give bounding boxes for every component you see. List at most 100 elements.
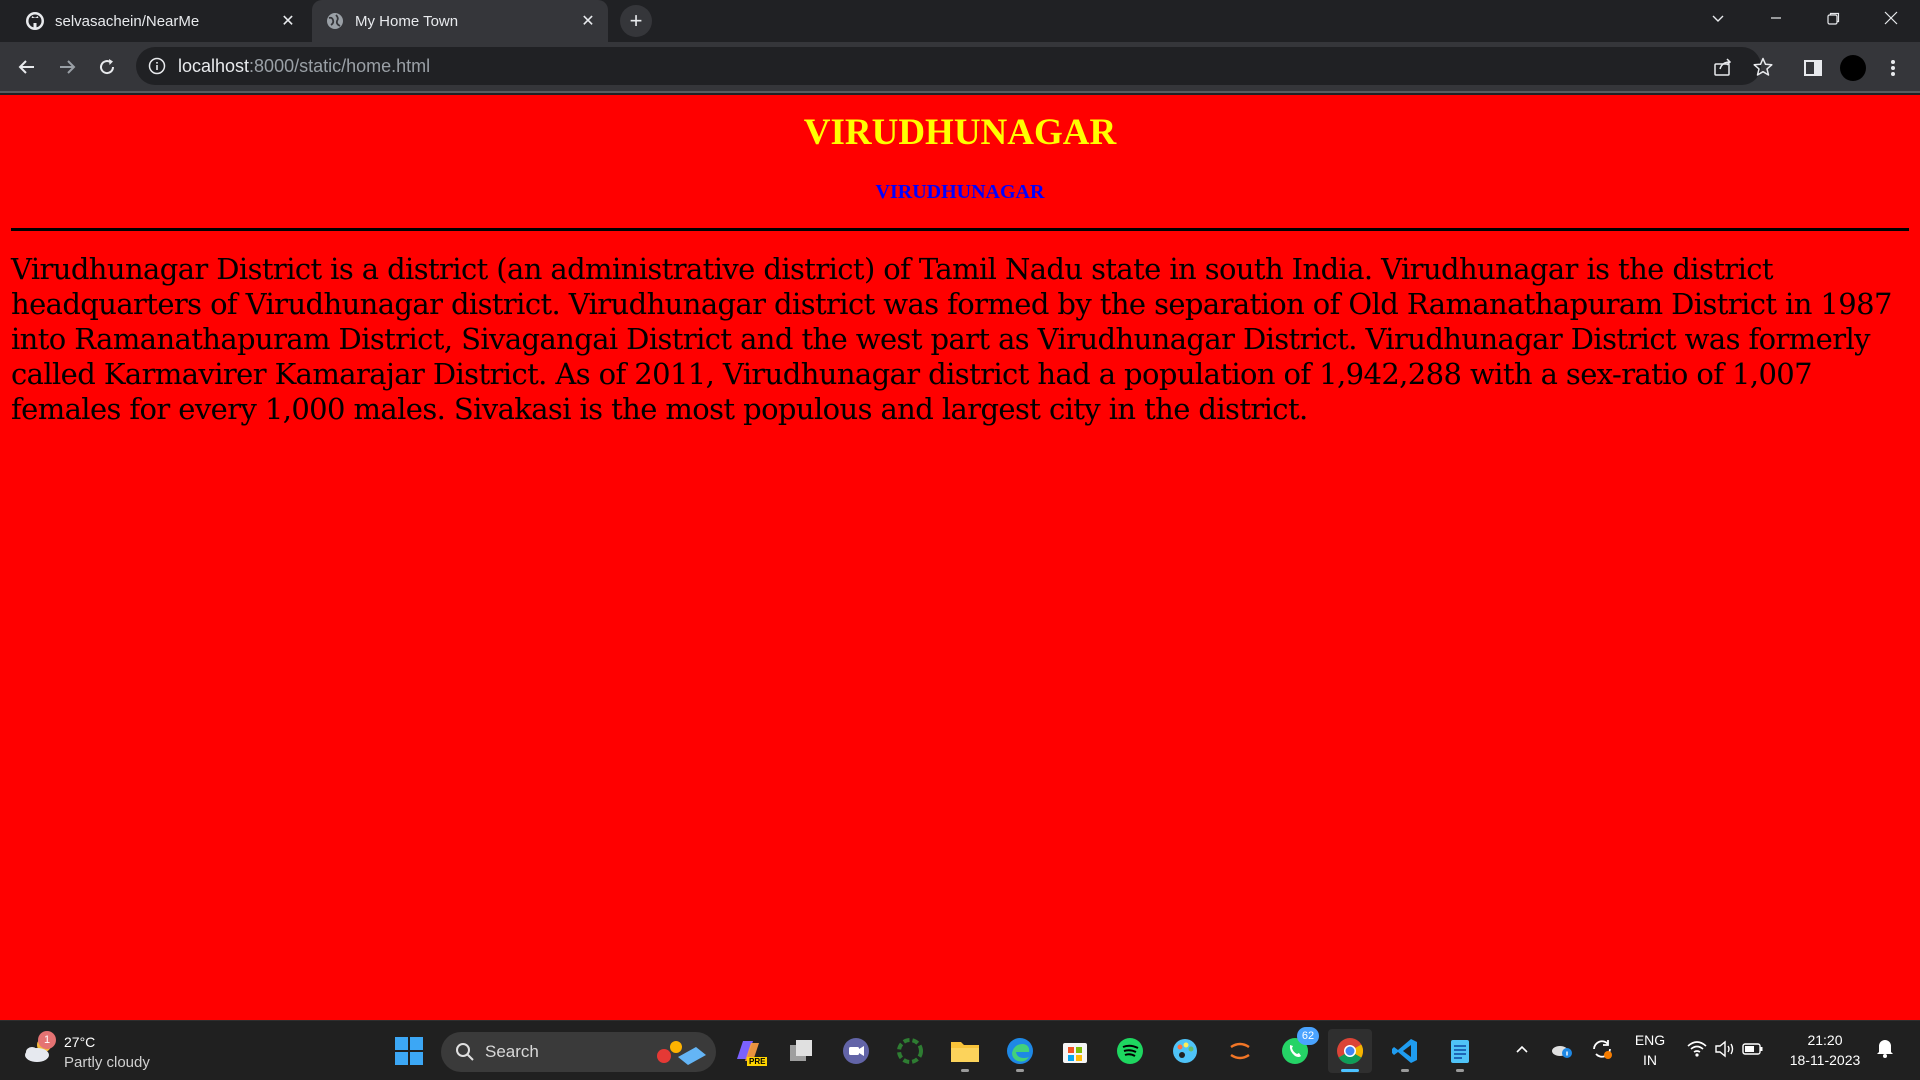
whatsapp-button[interactable]: 62 — [1273, 1027, 1319, 1073]
palette-icon — [1173, 1039, 1197, 1063]
url-text: localhost:8000/static/home.html — [178, 56, 430, 77]
edge-icon — [1007, 1038, 1033, 1064]
sync-tray[interactable] — [1590, 1035, 1614, 1064]
url-path: :8000/static/home.html — [249, 55, 431, 76]
star-icon[interactable] — [1752, 56, 1774, 78]
language-indicator[interactable]: ENG IN — [1630, 1030, 1670, 1070]
running-indicator — [961, 1069, 969, 1072]
windows-icon — [395, 1037, 423, 1065]
search-label: Search — [485, 1042, 539, 1061]
share-icon[interactable] — [1712, 56, 1734, 78]
chrome-button[interactable] — [1328, 1029, 1372, 1073]
horizontal-rule — [11, 228, 1909, 231]
taskbar-search[interactable]: Search — [441, 1032, 716, 1072]
close-window-button[interactable] — [1868, 0, 1914, 36]
avatar — [1840, 55, 1866, 81]
wifi-icon — [1687, 1041, 1707, 1057]
browser-toolbar: localhost:8000/static/home.html — [0, 42, 1920, 93]
menu-button[interactable] — [1880, 55, 1906, 81]
weather-condition: Partly cloudy — [64, 1054, 150, 1071]
start-button[interactable] — [387, 1029, 431, 1073]
close-tab-icon[interactable]: ✕ — [574, 7, 602, 35]
folder-icon — [951, 1042, 979, 1062]
page-content: VIRUDHUNAGAR VIRUDHUNAGAR Virudhunagar D… — [0, 95, 1920, 1020]
weather-widget[interactable]: 1 27°C Partly cloudy — [22, 1031, 192, 1073]
cloud-info-icon — [1552, 1046, 1572, 1058]
tab-my-home-town[interactable]: My Home Town ✕ — [312, 0, 608, 42]
restore-button[interactable] — [1810, 0, 1856, 36]
vscode-icon — [1392, 1039, 1417, 1063]
notification-badge: 62 — [1297, 1027, 1319, 1045]
show-hidden-icons-button[interactable] — [1514, 1035, 1530, 1060]
arrow-right-icon — [60, 60, 76, 74]
clock-date: 18-11-2023 — [1789, 1052, 1861, 1068]
tab-title: selvasachein/NearMe — [55, 12, 200, 30]
file-explorer-button[interactable] — [943, 1029, 987, 1073]
notepad-icon — [1451, 1040, 1469, 1063]
weather-badge: 1 — [38, 1031, 56, 1049]
store-icon — [1063, 1043, 1087, 1063]
paint-button[interactable] — [1163, 1029, 1207, 1073]
side-panel-button[interactable] — [1800, 55, 1826, 81]
new-tab-button[interactable]: + — [620, 5, 652, 37]
region-code: IN — [1643, 1052, 1657, 1068]
store-button[interactable] — [1053, 1029, 1097, 1073]
notifications-button[interactable] — [1875, 1035, 1895, 1062]
reload-icon — [100, 59, 115, 75]
running-indicator — [1456, 1069, 1464, 1072]
globe-icon — [327, 13, 343, 29]
tab-title: My Home Town — [355, 12, 459, 30]
search-icon — [456, 1043, 474, 1061]
teams-button[interactable] — [834, 1029, 878, 1073]
task-view-button[interactable] — [779, 1029, 823, 1073]
profile-button[interactable] — [1840, 55, 1866, 81]
minimize-button[interactable] — [1753, 0, 1799, 36]
reload-button[interactable] — [90, 50, 124, 84]
back-button[interactable] — [10, 50, 44, 84]
close-tab-icon[interactable]: ✕ — [274, 7, 302, 35]
bell-icon — [1877, 1040, 1893, 1058]
language-code: ENG — [1634, 1032, 1666, 1048]
taskbar: 1 27°C Partly cloudy Search PRE 62 ENG I… — [0, 1020, 1920, 1080]
tab-strip: selvasachein/NearMe ✕ My Home Town ✕ + — [0, 0, 1920, 42]
page-title: VIRUDHUNAGAR — [803, 112, 1117, 153]
arrow-left-icon — [18, 60, 34, 74]
minimize-icon — [1771, 17, 1781, 19]
edge-button[interactable] — [998, 1029, 1042, 1073]
chevron-down-icon — [1712, 15, 1724, 22]
description-paragraph: Virudhunagar District is a district (an … — [11, 252, 1892, 426]
copilot-button[interactable]: PRE — [725, 1029, 769, 1073]
info-icon[interactable] — [148, 57, 166, 75]
jupyter-button[interactable] — [1218, 1029, 1262, 1073]
battery-icon — [1742, 1043, 1763, 1055]
search-highlight-icon — [657, 1041, 706, 1065]
preview-tag: PRE — [747, 1057, 768, 1066]
loading-ring-icon — [897, 1038, 923, 1064]
task-view-icon — [790, 1040, 812, 1061]
address-bar[interactable]: localhost:8000/static/home.html — [136, 47, 1773, 85]
more-vert-icon — [1891, 60, 1895, 76]
tab-search-button[interactable] — [1695, 0, 1741, 36]
jupyter-icon — [1230, 1042, 1250, 1060]
tab-github[interactable]: selvasachein/NearMe ✕ — [12, 0, 308, 42]
spotify-icon — [1117, 1038, 1143, 1064]
running-indicator — [1401, 1069, 1409, 1072]
quick-settings[interactable] — [1686, 1035, 1764, 1062]
side-panel-icon — [1804, 60, 1822, 76]
restore-icon — [1826, 12, 1839, 25]
clock[interactable]: 21:20 18-11-2023 — [1785, 1030, 1865, 1070]
running-indicator — [1016, 1069, 1024, 1072]
volume-icon — [1715, 1040, 1734, 1058]
notepad-button[interactable] — [1438, 1029, 1482, 1073]
forward-button[interactable] — [50, 50, 84, 84]
sync-icon — [1593, 1040, 1612, 1059]
video-chat-icon — [843, 1038, 869, 1064]
spotify-button[interactable] — [1108, 1029, 1152, 1073]
temperature: 27°C — [64, 1034, 96, 1050]
xbox-app-button[interactable] — [888, 1029, 932, 1073]
url-host: localhost — [178, 55, 250, 76]
onedrive-tray[interactable] — [1550, 1035, 1574, 1064]
vscode-button[interactable] — [1383, 1029, 1427, 1073]
chrome-icon — [1337, 1038, 1364, 1065]
close-icon — [1884, 11, 1898, 25]
